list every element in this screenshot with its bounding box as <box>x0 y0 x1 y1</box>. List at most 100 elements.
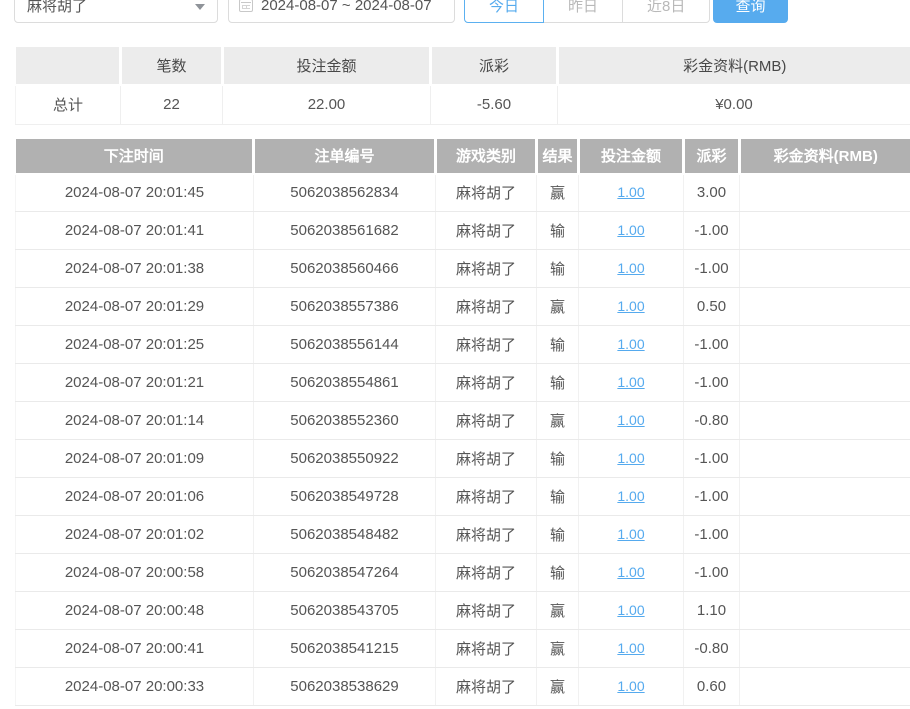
game-type-select[interactable]: 麻将胡了 <box>14 0 218 23</box>
record-row: 2024-08-07 20:00:33 5062038538629 麻将胡了 赢… <box>16 668 910 706</box>
game-type: 麻将胡了 <box>436 478 537 516</box>
bet-amount-link[interactable]: 1.00 <box>617 184 644 200</box>
bet-id: 5062038560466 <box>254 250 436 288</box>
game-type: 麻将胡了 <box>436 554 537 592</box>
bonus-value <box>740 326 910 364</box>
bet-amount-link[interactable]: 1.00 <box>617 602 644 618</box>
bet-amount-link[interactable]: 1.00 <box>617 526 644 542</box>
bet-id: 5062038543705 <box>254 592 436 630</box>
payout-value: -1.00 <box>684 364 740 402</box>
bet-amount-cell: 1.00 <box>579 592 684 630</box>
bet-time: 2024-08-07 20:00:41 <box>16 630 254 668</box>
bet-result: 输 <box>537 440 579 478</box>
bet-amount-link[interactable]: 1.00 <box>617 564 644 580</box>
bet-id: 5062038550922 <box>254 440 436 478</box>
records-header-bet-id: 注单编号 <box>254 139 436 174</box>
bet-amount-link[interactable]: 1.00 <box>617 374 644 390</box>
game-type: 麻将胡了 <box>436 440 537 478</box>
record-row: 2024-08-07 20:01:21 5062038554861 麻将胡了 输… <box>16 364 910 402</box>
bet-amount-link[interactable]: 1.00 <box>617 450 644 466</box>
bet-result: 输 <box>537 478 579 516</box>
record-row: 2024-08-07 20:01:14 5062038552360 麻将胡了 赢… <box>16 402 910 440</box>
bet-amount-cell: 1.00 <box>579 326 684 364</box>
bet-result: 输 <box>537 250 579 288</box>
bonus-value <box>740 554 910 592</box>
quick-date-button-group: 今日 昨日 近8日 <box>464 0 710 23</box>
summary-total-label: 总计 <box>16 85 121 124</box>
yesterday-button[interactable]: 昨日 <box>544 0 623 23</box>
summary-total-payout: -5.60 <box>431 85 558 124</box>
payout-value: -1.00 <box>684 516 740 554</box>
bet-time: 2024-08-07 20:01:02 <box>16 516 254 554</box>
game-type: 麻将胡了 <box>436 174 537 212</box>
record-row: 2024-08-07 20:01:38 5062038560466 麻将胡了 输… <box>16 250 910 288</box>
bet-time: 2024-08-07 20:01:25 <box>16 326 254 364</box>
bet-id: 5062038541215 <box>254 630 436 668</box>
bet-amount-cell: 1.00 <box>579 630 684 668</box>
bet-result: 赢 <box>537 668 579 706</box>
game-type-selected-value: 麻将胡了 <box>27 0 87 16</box>
bet-amount-cell: 1.00 <box>579 516 684 554</box>
records-header-row: 下注时间 注单编号 游戏类别 结果 投注金额 派彩 彩金资料(RMB) <box>16 139 910 174</box>
bet-amount-link[interactable]: 1.00 <box>617 222 644 238</box>
bet-result: 赢 <box>537 174 579 212</box>
bonus-value <box>740 440 910 478</box>
bet-id: 5062038547264 <box>254 554 436 592</box>
bet-amount-cell: 1.00 <box>579 250 684 288</box>
date-range-value: 2024-08-07 ~ 2024-08-07 <box>261 0 432 14</box>
chevron-down-icon <box>195 4 205 10</box>
bet-amount-link[interactable]: 1.00 <box>617 260 644 276</box>
toolbar: 麻将胡了 2024-08-07 ~ 2024-08-07 今日 昨日 近8日 查… <box>15 0 910 23</box>
bet-time: 2024-08-07 20:01:45 <box>16 174 254 212</box>
bet-amount-link[interactable]: 1.00 <box>617 412 644 428</box>
date-range-picker[interactable]: 2024-08-07 ~ 2024-08-07 <box>228 0 455 23</box>
payout-value: 1.10 <box>684 592 740 630</box>
bet-amount-cell: 1.00 <box>579 364 684 402</box>
bet-result: 输 <box>537 364 579 402</box>
records-header-bonus: 彩金资料(RMB) <box>740 139 910 174</box>
bet-amount-link[interactable]: 1.00 <box>617 678 644 694</box>
bet-amount-link[interactable]: 1.00 <box>617 640 644 656</box>
bet-time: 2024-08-07 20:01:38 <box>16 250 254 288</box>
bet-amount-link[interactable]: 1.00 <box>617 298 644 314</box>
summary-header-empty <box>16 47 121 85</box>
payout-value: -1.00 <box>684 250 740 288</box>
payout-value: -1.00 <box>684 478 740 516</box>
record-row: 2024-08-07 20:00:48 5062038543705 麻将胡了 赢… <box>16 592 910 630</box>
calendar-icon <box>239 0 253 12</box>
game-type: 麻将胡了 <box>436 250 537 288</box>
bet-time: 2024-08-07 20:00:33 <box>16 668 254 706</box>
game-type: 麻将胡了 <box>436 668 537 706</box>
game-type: 麻将胡了 <box>436 364 537 402</box>
bet-result: 输 <box>537 326 579 364</box>
summary-header-row: 笔数 投注金额 派彩 彩金资料(RMB) <box>16 47 910 85</box>
bonus-value <box>740 668 910 706</box>
last-8-days-button[interactable]: 近8日 <box>623 0 710 23</box>
summary-table: 笔数 投注金额 派彩 彩金资料(RMB) 总计 22 22.00 -5.60 ¥… <box>15 47 910 125</box>
bet-time: 2024-08-07 20:01:41 <box>16 212 254 250</box>
record-row: 2024-08-07 20:01:45 5062038562834 麻将胡了 赢… <box>16 174 910 212</box>
bet-amount-cell: 1.00 <box>579 212 684 250</box>
summary-total-row: 总计 22 22.00 -5.60 ¥0.00 <box>16 85 910 124</box>
record-row: 2024-08-07 20:01:02 5062038548482 麻将胡了 输… <box>16 516 910 554</box>
bet-result: 赢 <box>537 402 579 440</box>
record-row: 2024-08-07 20:01:25 5062038556144 麻将胡了 输… <box>16 326 910 364</box>
bonus-value <box>740 630 910 668</box>
records-header-bet-amount: 投注金额 <box>579 139 684 174</box>
bet-amount-link[interactable]: 1.00 <box>617 488 644 504</box>
bet-amount-cell: 1.00 <box>579 668 684 706</box>
bet-result: 赢 <box>537 630 579 668</box>
bet-amount-link[interactable]: 1.00 <box>617 336 644 352</box>
today-button[interactable]: 今日 <box>464 0 544 23</box>
bet-amount-cell: 1.00 <box>579 402 684 440</box>
game-type: 麻将胡了 <box>436 288 537 326</box>
payout-value: -1.00 <box>684 326 740 364</box>
payout-value: -0.80 <box>684 630 740 668</box>
bet-id: 5062038552360 <box>254 402 436 440</box>
bet-id: 5062038549728 <box>254 478 436 516</box>
records-header-game-type: 游戏类别 <box>436 139 537 174</box>
bet-amount-cell: 1.00 <box>579 478 684 516</box>
summary-header-count: 笔数 <box>121 47 223 85</box>
query-button[interactable]: 查询 <box>713 0 788 23</box>
bet-id: 5062038562834 <box>254 174 436 212</box>
